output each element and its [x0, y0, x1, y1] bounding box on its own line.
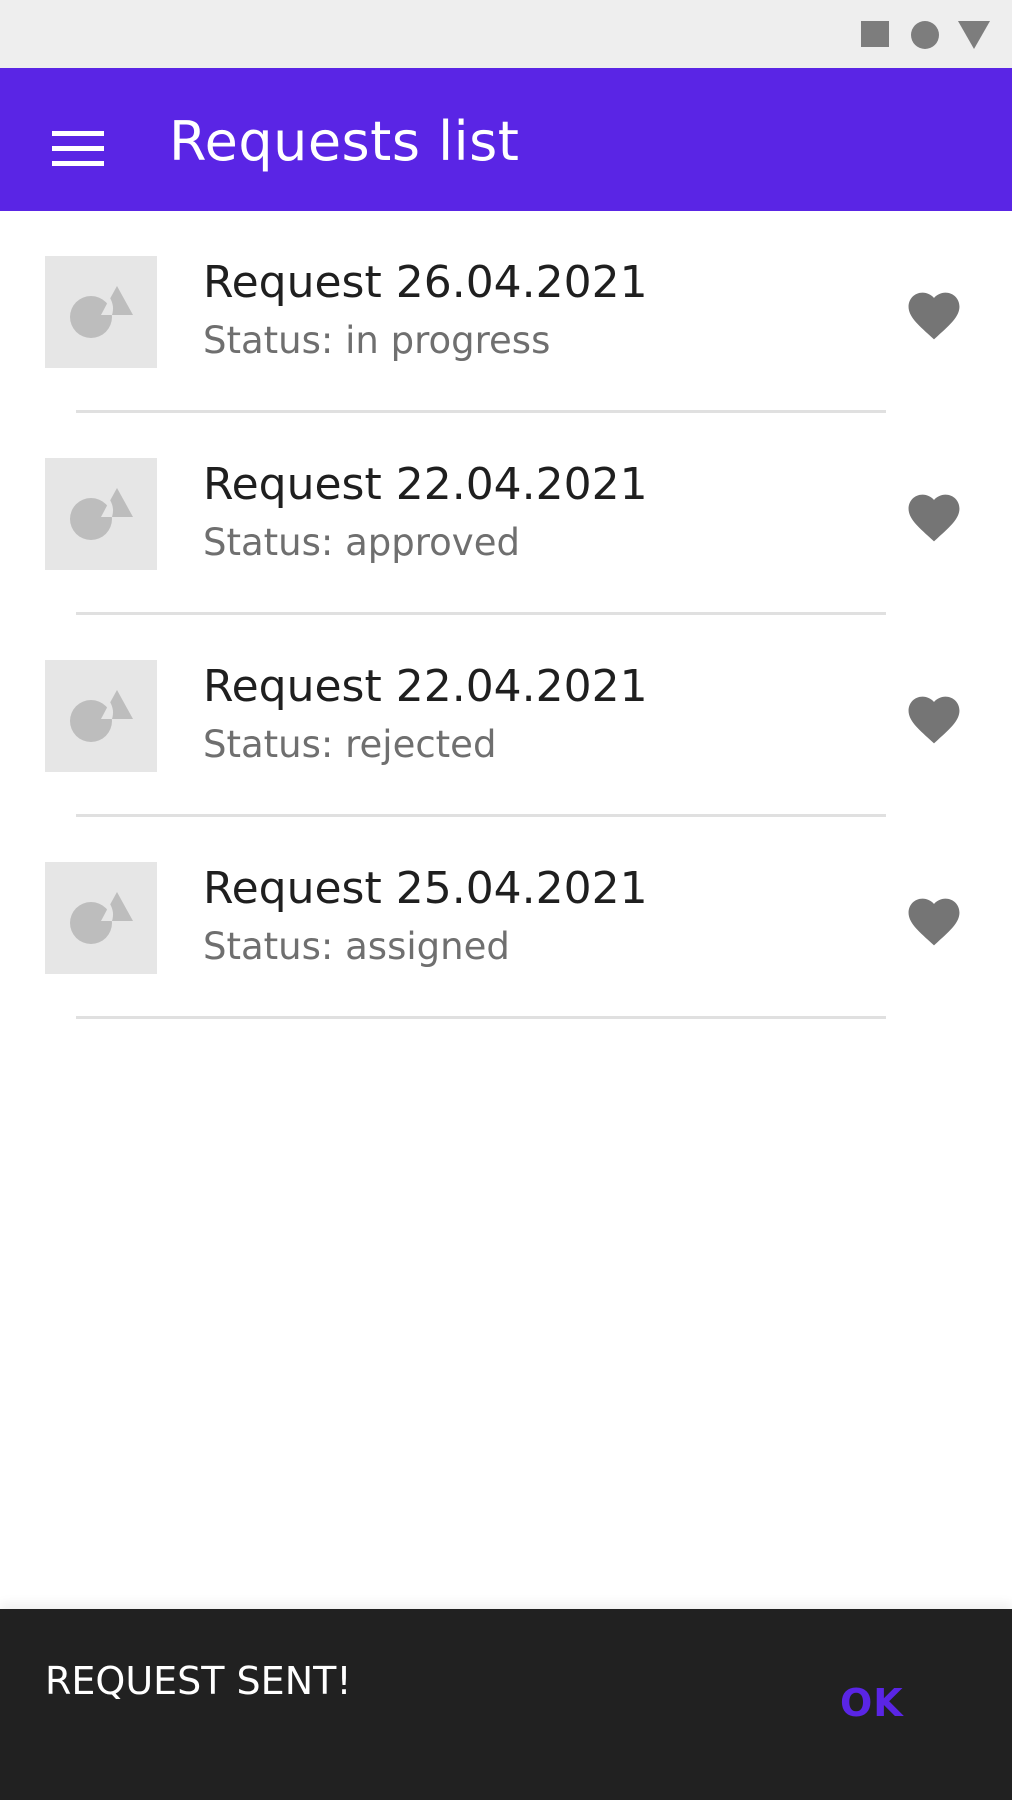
heart-icon[interactable]	[903, 285, 965, 341]
request-title: Request 22.04.2021	[203, 661, 648, 712]
image-placeholder-icon	[45, 660, 157, 772]
request-list-item[interactable]: Request 25.04.2021 Status: assigned	[0, 817, 1012, 1019]
request-status: Status: assigned	[203, 925, 510, 968]
request-status: Status: rejected	[203, 723, 497, 766]
triangle-icon	[958, 21, 990, 49]
app-screen: Requests list Request 26.04.2021 Status:…	[0, 0, 1012, 1800]
page-title: Requests list	[169, 110, 520, 173]
circle-icon	[911, 21, 939, 49]
square-icon	[861, 21, 889, 47]
request-status: Status: in progress	[203, 319, 551, 362]
request-title: Request 25.04.2021	[203, 863, 648, 914]
snackbar-ok-button[interactable]: OK	[840, 1681, 904, 1725]
heart-icon[interactable]	[903, 487, 965, 543]
system-status-bar	[0, 0, 1012, 68]
heart-icon[interactable]	[903, 689, 965, 745]
app-bar: Requests list	[0, 68, 1012, 211]
request-list-item[interactable]: Request 22.04.2021 Status: rejected	[0, 615, 1012, 817]
request-status: Status: approved	[203, 521, 520, 564]
hamburger-menu-icon[interactable]	[52, 128, 104, 168]
request-title: Request 26.04.2021	[203, 257, 648, 308]
snackbar-message: REQUEST SENT!	[45, 1659, 352, 1703]
list-divider	[76, 1016, 886, 1019]
image-placeholder-icon	[45, 862, 157, 974]
image-placeholder-icon	[45, 458, 157, 570]
image-placeholder-icon	[45, 256, 157, 368]
heart-icon[interactable]	[903, 891, 965, 947]
request-title: Request 22.04.2021	[203, 459, 648, 510]
request-list-item[interactable]: Request 26.04.2021 Status: in progress	[0, 211, 1012, 413]
snackbar: REQUEST SENT! OK	[0, 1609, 1012, 1800]
request-list-item[interactable]: Request 22.04.2021 Status: approved	[0, 413, 1012, 615]
